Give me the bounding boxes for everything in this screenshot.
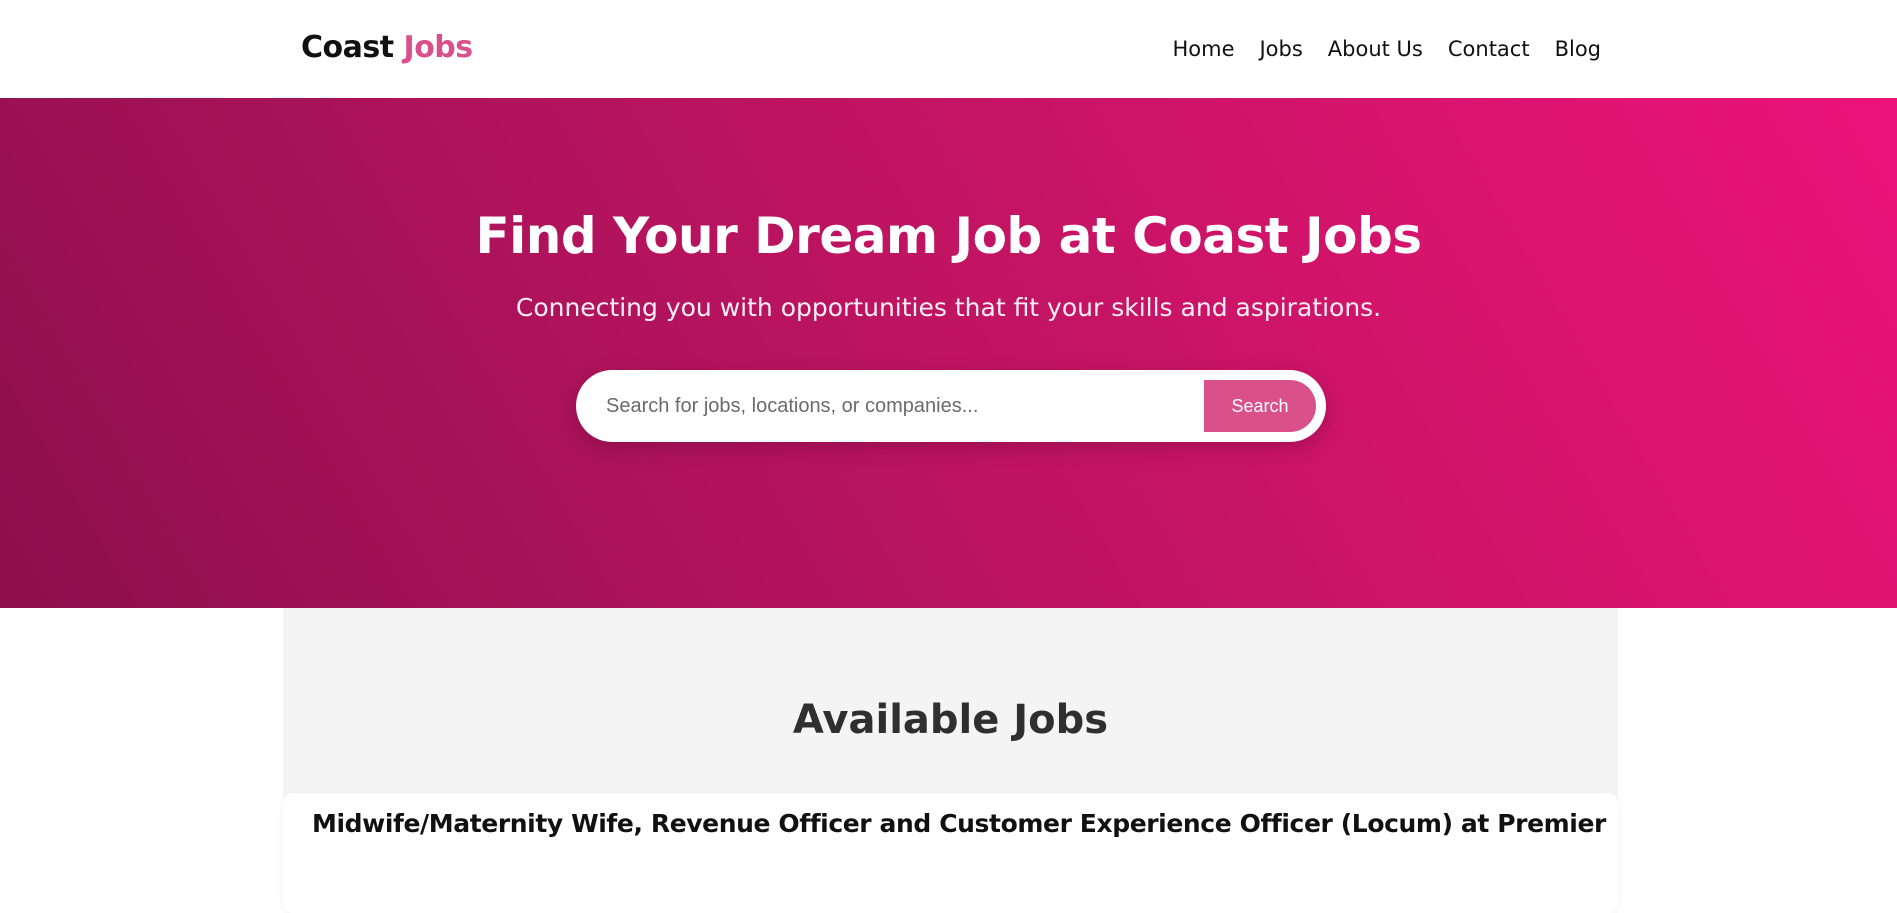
hero-banner: Find Your Dream Job at Coast Jobs Connec… xyxy=(0,98,1897,608)
nav-link-contact[interactable]: Contact xyxy=(1448,34,1530,64)
search-input[interactable] xyxy=(604,384,1164,428)
main-nav: Home Jobs About Us Contact Blog xyxy=(1172,34,1601,64)
logo-text-accent: Jobs xyxy=(403,30,474,65)
hero-subtitle: Connecting you with opportunities that f… xyxy=(515,293,1382,322)
logo-text-primary: Coast xyxy=(301,30,394,65)
site-header: Coast Jobs Home Jobs About Us Contact Bl… xyxy=(0,0,1897,98)
search-bar: Search xyxy=(576,370,1326,442)
available-jobs-section: Available Jobs Midwife/Maternity Wife, R… xyxy=(283,608,1618,913)
hero-title: Find Your Dream Job at Coast Jobs xyxy=(475,207,1422,265)
job-card[interactable]: Midwife/Maternity Wife, Revenue Officer … xyxy=(283,793,1618,913)
search-button[interactable]: Search xyxy=(1204,380,1316,432)
section-title: Available Jobs xyxy=(792,697,1109,743)
nav-link-about-us[interactable]: About Us xyxy=(1328,34,1423,64)
nav-link-jobs[interactable]: Jobs xyxy=(1259,34,1302,64)
site-logo[interactable]: Coast Jobs xyxy=(301,28,473,68)
nav-link-home[interactable]: Home xyxy=(1172,34,1234,64)
nav-link-blog[interactable]: Blog xyxy=(1555,34,1601,64)
job-title[interactable]: Midwife/Maternity Wife, Revenue Officer … xyxy=(312,807,1606,841)
